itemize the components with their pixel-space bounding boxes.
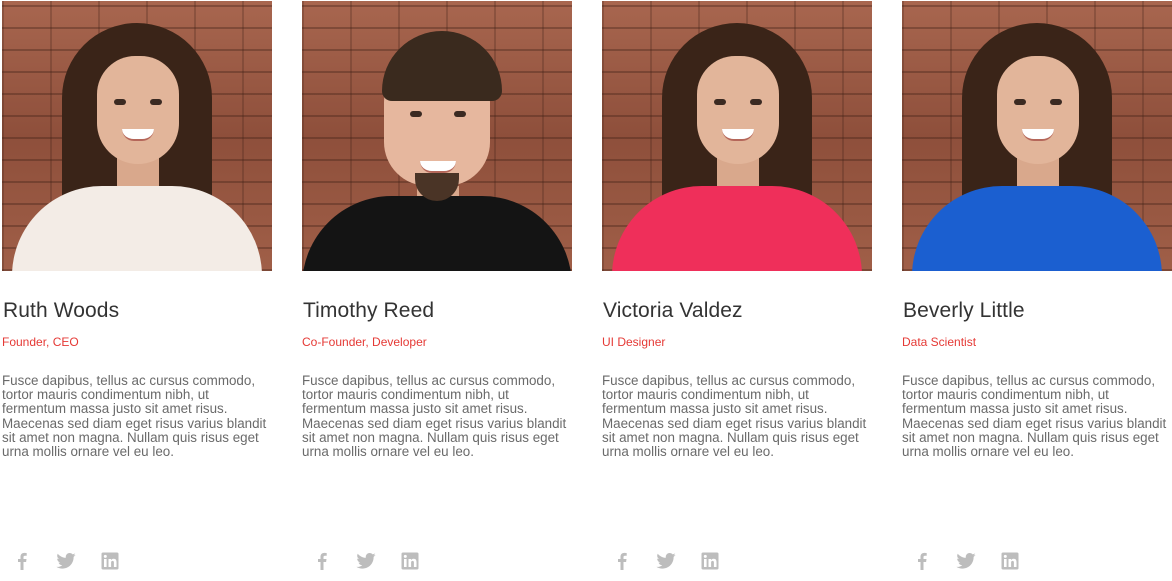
- team-member-bio: Fusce dapibus, tellus ac cursus commodo,…: [2, 373, 267, 460]
- social-links: [12, 551, 120, 571]
- team-member-role: Data Scientist: [902, 335, 977, 349]
- team-member-photo: [302, 1, 572, 271]
- team-member-card: Victoria Valdez UI Designer Fusce dapibu…: [602, 1, 872, 581]
- team-grid: Ruth Woods Founder, CEO Fusce dapibus, t…: [2, 1, 1172, 581]
- team-member-name: Victoria Valdez: [603, 299, 743, 322]
- social-links: [312, 551, 420, 571]
- team-member-name: Beverly Little: [903, 299, 1025, 322]
- team-member-name: Ruth Woods: [3, 299, 120, 322]
- facebook-icon[interactable]: [612, 551, 632, 571]
- team-member-card: Beverly Little Data Scientist Fusce dapi…: [902, 1, 1172, 581]
- facebook-icon[interactable]: [312, 551, 332, 571]
- team-member-photo: [602, 1, 872, 271]
- team-member-bio: Fusce dapibus, tellus ac cursus commodo,…: [602, 373, 867, 460]
- twitter-icon[interactable]: [956, 551, 976, 571]
- twitter-icon[interactable]: [656, 551, 676, 571]
- linkedin-icon[interactable]: [400, 551, 420, 571]
- team-member-card: Timothy Reed Co-Founder, Developer Fusce…: [302, 1, 572, 581]
- team-member-role: Co-Founder, Developer: [302, 335, 427, 349]
- team-member-card: Ruth Woods Founder, CEO Fusce dapibus, t…: [2, 1, 272, 581]
- linkedin-icon[interactable]: [100, 551, 120, 571]
- team-member-role: UI Designer: [602, 335, 666, 349]
- twitter-icon[interactable]: [56, 551, 76, 571]
- facebook-icon[interactable]: [912, 551, 932, 571]
- facebook-icon[interactable]: [12, 551, 32, 571]
- team-member-role: Founder, CEO: [2, 335, 79, 349]
- team-member-bio: Fusce dapibus, tellus ac cursus commodo,…: [902, 373, 1167, 460]
- linkedin-icon[interactable]: [1000, 551, 1020, 571]
- social-links: [912, 551, 1020, 571]
- team-member-bio: Fusce dapibus, tellus ac cursus commodo,…: [302, 373, 567, 460]
- team-member-name: Timothy Reed: [303, 299, 435, 322]
- linkedin-icon[interactable]: [700, 551, 720, 571]
- social-links: [612, 551, 720, 571]
- twitter-icon[interactable]: [356, 551, 376, 571]
- team-member-photo: [2, 1, 272, 271]
- team-member-photo: [902, 1, 1172, 271]
